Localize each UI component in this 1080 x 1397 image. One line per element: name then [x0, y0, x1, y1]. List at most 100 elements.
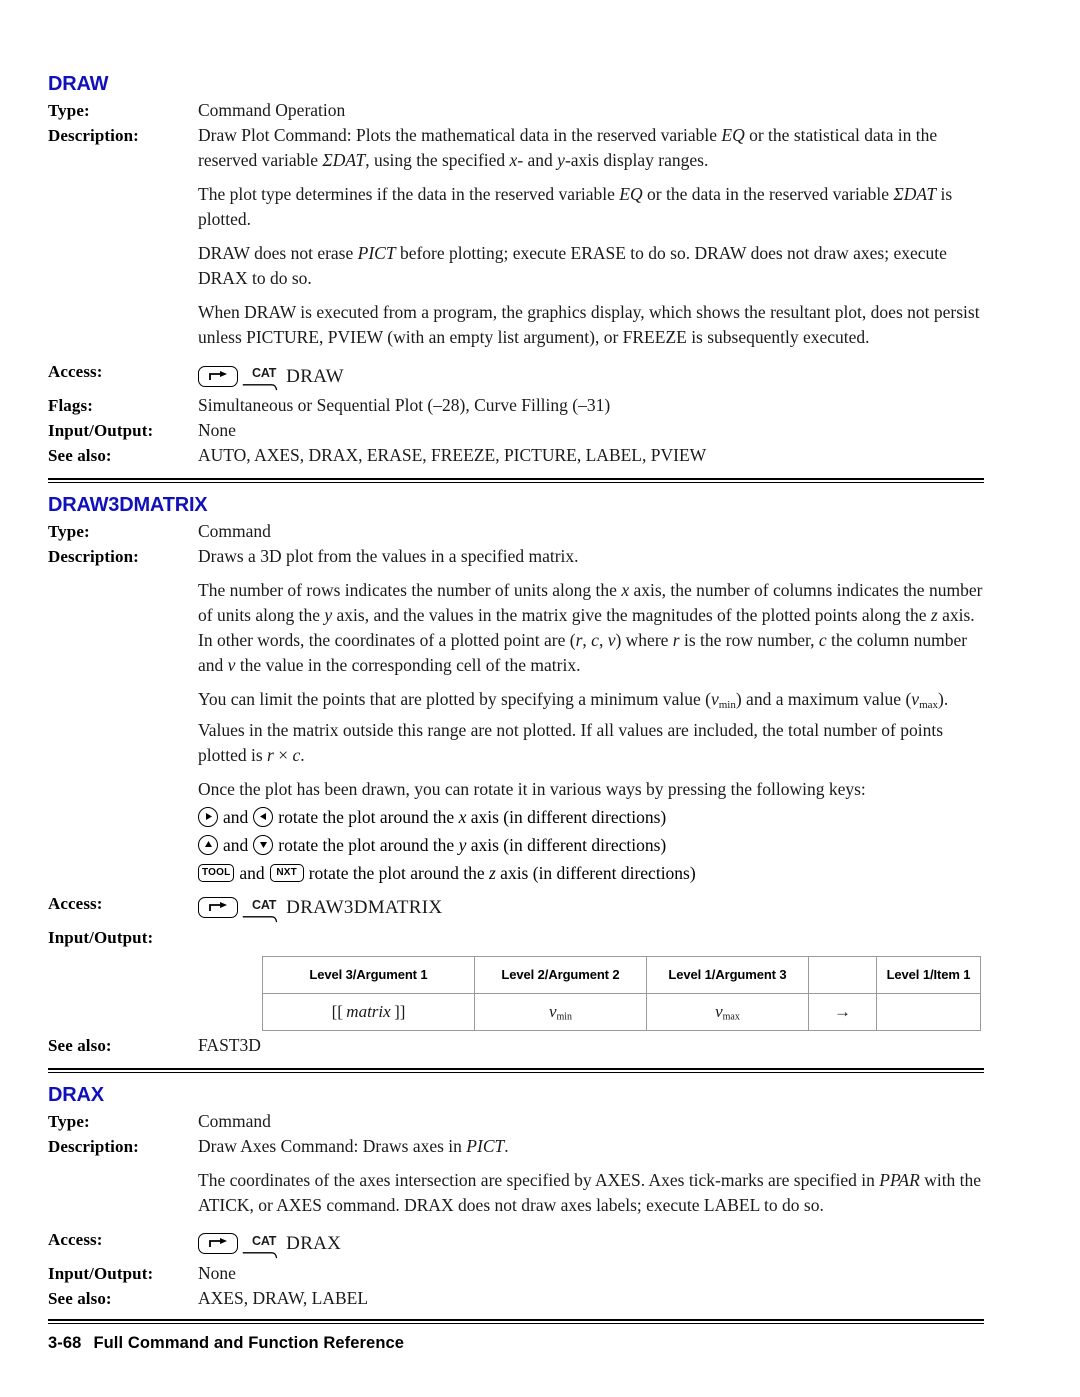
input-output-value: None [198, 1262, 236, 1283]
input-output-row-draw: Input/Output: None [48, 418, 984, 443]
access-row-draw: Access: CAT DRAW [48, 359, 984, 393]
section-divider-bottom [48, 1318, 984, 1324]
table-header-row: Level 3/Argument 1 Level 2/Argument 2 Le… [262, 955, 981, 994]
see-also-value: AUTO, AXES, DRAX, ERASE, FREEZE, PICTURE… [198, 445, 707, 465]
description-paragraph: Draw Plot Command: Plots the mathematica… [198, 125, 938, 170]
arrow-down-key-icon [253, 834, 274, 855]
command-heading-drax: DRAX [48, 1083, 104, 1106]
section-divider [48, 1067, 984, 1073]
access-value: CAT DRAX [198, 1227, 984, 1261]
input-output-label: Input/Output: [48, 927, 154, 947]
section-draw3dmatrix: DRAW3DMATRIX Type: Command Description: … [48, 493, 984, 1073]
cell-arrow-icon: → [808, 992, 877, 1031]
column-header-spacer [808, 955, 877, 994]
flags-value: Simultaneous or Sequential Plot (–28), C… [198, 395, 611, 415]
column-header: Level 3/Argument 1 [262, 955, 475, 994]
input-output-row-draw3dmatrix: Input/Output: [48, 925, 984, 950]
description-label: Description: [48, 126, 139, 145]
see-also-row-drax: See also: AXES, DRAW, LABEL [48, 1286, 984, 1311]
type-row-drax: Type: Command [48, 1109, 984, 1134]
see-also-label: See also: [48, 1288, 112, 1308]
column-header: Level 2/Argument 2 [474, 955, 647, 994]
description-paragraph: DRAW does not erase PICT before plotting… [198, 243, 947, 288]
type-value: Command [198, 1110, 271, 1131]
see-also-label: See also: [48, 1035, 112, 1055]
document-page: DRAW Type: Command Operation Description… [0, 0, 1080, 1397]
page-footer: 3-68 Full Command and Function Reference [48, 1334, 404, 1353]
column-header: Level 1/Item 1 [876, 955, 981, 994]
access-value: CAT DRAW [198, 359, 984, 393]
access-label: Access: [48, 1229, 103, 1249]
input-output-label: Input/Output: [48, 1263, 154, 1283]
description-label: Description: [48, 547, 139, 566]
input-output-value: None [198, 420, 236, 440]
access-command-name: DRAW [286, 365, 344, 387]
type-value: Command Operation [198, 100, 346, 120]
table-row: [[ matrix ]] vmin vmax → [262, 992, 981, 1031]
section-drax: DRAX Type: Command Description: Draw Axe… [48, 1083, 984, 1324]
key-conjunction: and [223, 806, 249, 827]
shift-right-key-icon [198, 365, 238, 387]
description-value: Draws a 3D plot from the values in a spe… [198, 546, 579, 566]
type-label: Type: [48, 522, 90, 541]
key-row-x-axis: and rotate the plot around the x axis (i… [198, 802, 984, 830]
arrow-right-key-icon [198, 806, 218, 827]
cell-vmax: vmax [646, 992, 809, 1031]
cat-menu-key-icon: CAT [242, 1227, 278, 1261]
key-row-text: rotate the plot around the y axis (in di… [278, 834, 667, 855]
tool-key-icon: TOOL [198, 863, 235, 882]
access-command-name: DRAX [286, 1233, 342, 1255]
key-row-text: rotate the plot around the x axis (in di… [278, 806, 667, 827]
cat-menu-key-icon: CAT [242, 359, 278, 393]
key-row-text: rotate the plot around the z axis (in di… [308, 862, 696, 883]
description-paragraph: When DRAW is executed from a program, th… [198, 302, 980, 347]
cell-vmin: vmin [474, 992, 647, 1031]
footer-title: Full Command and Function Reference [93, 1334, 405, 1352]
input-output-table-wrap: Level 3/Argument 1 Level 2/Argument 2 Le… [262, 955, 981, 1031]
type-label: Type: [48, 101, 90, 120]
description-paragraph: Once the plot has been drawn, you can ro… [198, 778, 866, 799]
flags-label: Flags: [48, 396, 93, 415]
cell-result [876, 992, 981, 1031]
page-content: DRAW Type: Command Operation Description… [48, 72, 984, 1324]
cell-matrix: [[ matrix ]] [262, 992, 475, 1031]
nxt-key-icon: NXT [269, 863, 304, 882]
key-row-y-axis: and rotate the plot around the y axis (i… [198, 830, 984, 858]
description-row-drax: Description: Draw Axes Command: Draws ax… [48, 1134, 984, 1159]
input-output-table: Level 3/Argument 1 Level 2/Argument 2 Le… [262, 955, 981, 1031]
footer-page-number: 3-68 [48, 1334, 82, 1352]
access-label: Access: [48, 362, 103, 381]
key-conjunction: and [223, 834, 249, 855]
input-output-label: Input/Output: [48, 421, 154, 440]
section-divider [48, 478, 984, 483]
type-label: Type: [48, 1111, 90, 1131]
access-command-name: DRAW3DMATRIX [286, 897, 443, 919]
type-row-draw3dmatrix: Type: Command [48, 519, 984, 544]
see-also-row-draw3dmatrix: See also: FAST3D [48, 1033, 984, 1058]
description-paragraph: The plot type determines if the data in … [198, 184, 953, 229]
access-label: Access: [48, 893, 103, 913]
see-also-label: See also: [48, 446, 112, 465]
command-heading-draw3dmatrix: DRAW3DMATRIX [48, 494, 208, 516]
column-header: Level 1/Argument 3 [646, 955, 809, 994]
see-also-row-draw: See also: AUTO, AXES, DRAX, ERASE, FREEZ… [48, 443, 984, 468]
see-also-value: FAST3D [198, 1034, 261, 1055]
description-paragraph: The number of rows indicates the number … [198, 580, 983, 675]
description-paragraph: You can limit the points that are plotte… [198, 689, 949, 765]
shift-right-key-icon [198, 897, 238, 919]
access-row-drax: Access: CAT DRAX [48, 1227, 984, 1261]
access-value: CAT DRAW3DMATRIX [198, 891, 984, 925]
input-output-row-drax: Input/Output: None [48, 1261, 984, 1286]
type-row-draw: Type: Command Operation [48, 98, 984, 123]
description-row-draw: Description: Draw Plot Command: Plots th… [48, 123, 984, 173]
description-value: Draw Axes Command: Draws axes in PICT. [198, 1135, 509, 1156]
cat-menu-key-icon: CAT [242, 891, 278, 925]
arrow-left-key-icon [253, 806, 274, 827]
section-draw: DRAW Type: Command Operation Description… [48, 72, 984, 483]
key-row-z-axis: TOOL and NXT rotate the plot around the … [198, 858, 984, 886]
flags-row-draw: Flags: Simultaneous or Sequential Plot (… [48, 393, 984, 418]
see-also-value: AXES, DRAW, LABEL [198, 1287, 369, 1308]
description-paragraph: The coordinates of the axes intersection… [198, 1169, 982, 1215]
shift-right-key-icon [198, 1233, 238, 1255]
access-row-draw3dmatrix: Access: CAT DRAW3DMATRIX [48, 891, 984, 925]
